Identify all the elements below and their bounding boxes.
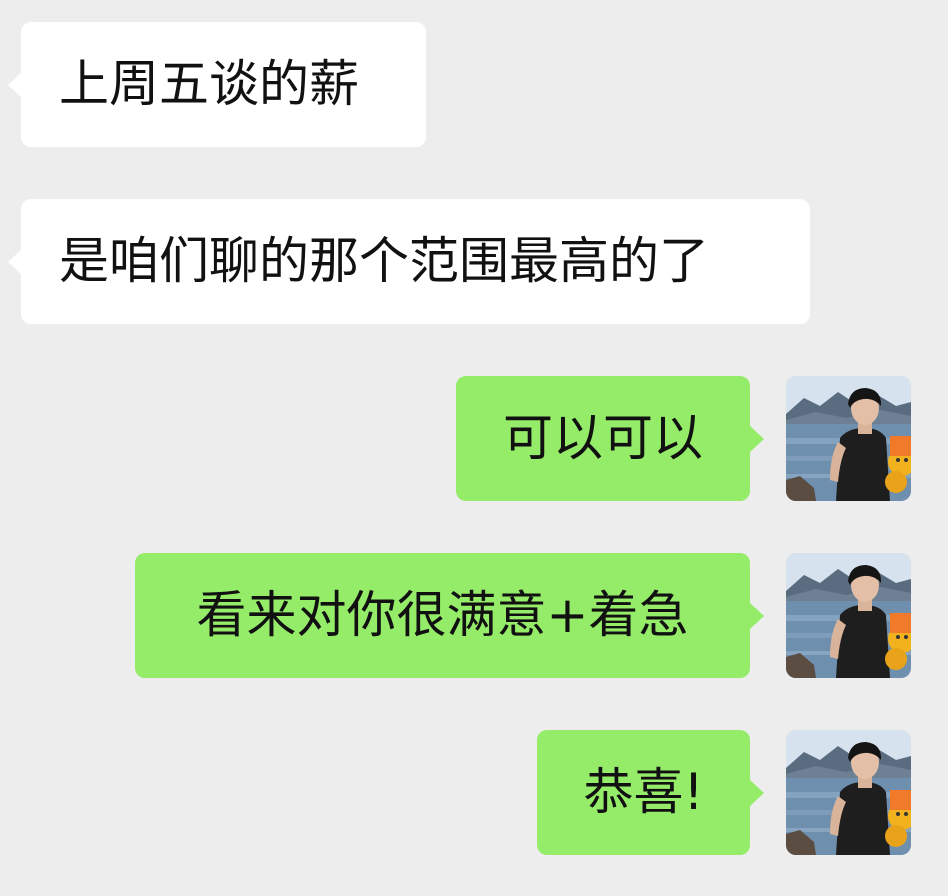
message-bubble-incoming[interactable]: 上周五谈的薪: [8, 22, 426, 147]
message-bubble-outgoing[interactable]: 恭喜!: [537, 730, 764, 855]
avatar-photo-icon: [786, 376, 911, 501]
avatar-photo-icon: [786, 730, 911, 855]
self-avatar[interactable]: [786, 376, 911, 501]
message-text: 是咱们聊的那个范围最高的了: [59, 232, 709, 290]
message-text: 恭喜!: [583, 763, 704, 821]
message-text: 上周五谈的薪: [59, 55, 359, 113]
message-bubble-outgoing[interactable]: 看来对你很满意+着急: [135, 553, 764, 678]
message-bubble-incoming[interactable]: 是咱们聊的那个范围最高的了: [8, 199, 810, 324]
self-avatar[interactable]: [786, 730, 911, 855]
message-bubble-outgoing[interactable]: 可以可以: [456, 376, 764, 501]
avatar-photo-icon: [786, 553, 911, 678]
self-avatar[interactable]: [786, 553, 911, 678]
message-text: 可以可以: [503, 409, 703, 467]
message-text: 看来对你很满意+着急: [196, 586, 689, 644]
